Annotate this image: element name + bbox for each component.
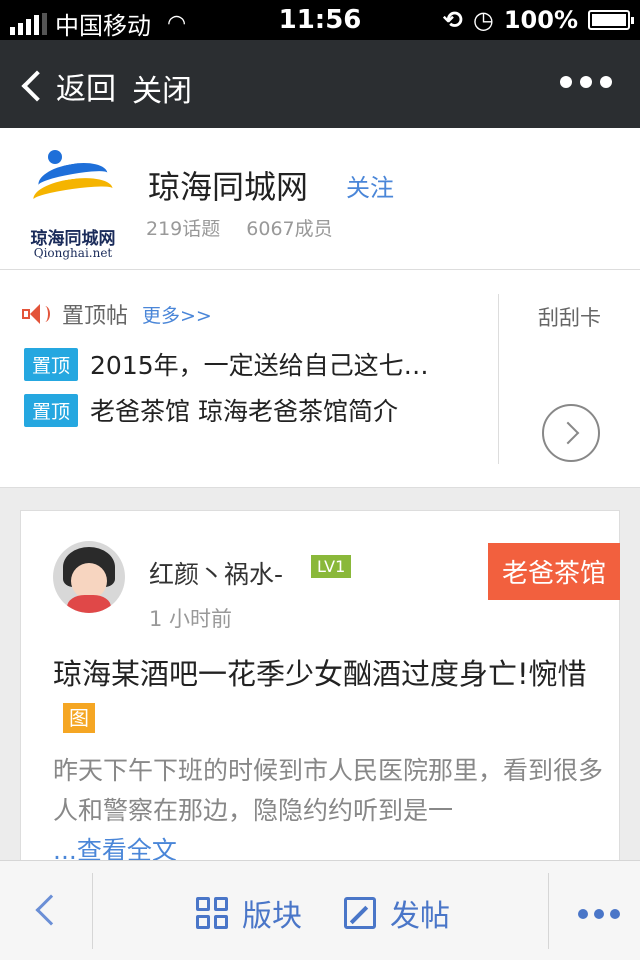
dot-icon: [560, 76, 572, 88]
topics-count: 219话题: [146, 218, 221, 240]
nav-bar: 返回 关闭: [0, 40, 640, 128]
pinned-item-text: 2015年，一定送给自己这七…: [90, 351, 429, 380]
image-tag: 图: [63, 703, 95, 733]
chevron-left-icon[interactable]: [35, 894, 67, 926]
grid-icon: [196, 897, 228, 929]
close-button[interactable]: 关闭: [132, 66, 192, 110]
more-button[interactable]: [578, 909, 620, 919]
post-time: 1 小时前: [149, 607, 233, 631]
pinned-section: 置顶帖 更多>> 置顶 2015年，一定送给自己这七… 置顶 老爸茶馆 琼海老爸…: [0, 270, 640, 488]
dot-icon: [610, 909, 620, 919]
forum-stats: 219话题 6067成员: [146, 214, 333, 241]
battery-icon: [588, 10, 634, 30]
divider: [548, 873, 549, 949]
battery-percent: 100%: [503, 6, 578, 34]
logo-domain: Qionghai.net: [33, 246, 113, 260]
blocks-button[interactable]: 版块: [196, 891, 302, 935]
forum-logo: 琼海同城网 Qionghai.net: [18, 144, 128, 260]
divider: [498, 294, 499, 464]
pinned-item[interactable]: 置顶 老爸茶馆 琼海老爸茶馆简介: [24, 392, 484, 428]
post-title-text: 琼海某酒吧一花季少女酗酒过度身亡!惋惜: [53, 657, 587, 691]
dot-icon: [578, 909, 588, 919]
pinned-title: 置顶帖: [62, 304, 129, 329]
post-excerpt-text: 昨天下午下班的时候到市人民医院那里，看到很多人和警察在那边，隐隐约约听到是一: [53, 756, 604, 825]
rotation-lock-icon: ⟲: [442, 6, 463, 34]
board-tag[interactable]: 老爸茶馆: [487, 543, 620, 600]
back-label: 返回: [56, 72, 116, 107]
post-card[interactable]: 红颜丶祸水- LV1 1 小时前 老爸茶馆 琼海某酒吧一花季少女酗酒过度身亡!惋…: [20, 510, 620, 870]
post-title[interactable]: 琼海某酒吧一花季少女酗酒过度身亡!惋惜图: [53, 653, 593, 737]
pinned-item-text: 老爸茶馆 琼海老爸茶馆简介: [90, 397, 398, 426]
new-post-button[interactable]: 发帖: [344, 891, 450, 935]
bottom-toolbar: 版块 发帖: [0, 860, 640, 960]
post-author[interactable]: 红颜丶祸水-: [149, 555, 283, 591]
battery-fill: [592, 14, 626, 26]
avatar[interactable]: [53, 541, 125, 613]
dot-icon: [600, 76, 612, 88]
status-right: ⟲ ◷ 100%: [442, 6, 634, 34]
follow-button[interactable]: 关注: [346, 168, 394, 203]
blocks-label: 版块: [242, 899, 302, 934]
forum-name: 琼海同城网: [148, 168, 309, 206]
dot-icon: [594, 909, 604, 919]
new-post-label: 发帖: [390, 899, 450, 934]
forum-header: 琼海同城网 Qionghai.net 琼海同城网 关注 219话题 6067成员: [0, 128, 640, 270]
divider: [92, 873, 93, 949]
scratch-card-label: 刮刮卡: [538, 306, 601, 330]
pinned-tag: 置顶: [24, 347, 79, 381]
scratch-card-button[interactable]: [542, 404, 600, 462]
pinned-item[interactable]: 置顶 2015年，一定送给自己这七…: [24, 346, 484, 382]
pinned-header: 置顶帖 更多>>: [22, 298, 212, 330]
speaker-icon: [22, 302, 52, 326]
pinned-tag: 置顶: [24, 393, 79, 427]
members-count: 6067成员: [246, 218, 333, 240]
dot-icon: [580, 76, 592, 88]
more-menu-button[interactable]: [560, 76, 612, 88]
chevron-right-icon: [556, 421, 580, 445]
level-badge: LV1: [311, 555, 352, 578]
back-button[interactable]: 返回: [18, 64, 116, 108]
status-bar: 中国移动 ◠ 11:56 ⟲ ◷ 100%: [0, 0, 640, 40]
edit-icon: [344, 897, 376, 929]
chevron-left-icon: [21, 70, 53, 102]
pinned-more-link[interactable]: 更多>>: [142, 301, 212, 328]
alarm-icon: ◷: [472, 6, 494, 34]
post-excerpt: 昨天下午下班的时候到市人民医院那里，看到很多人和警察在那边，隐隐约约听到是一 .…: [53, 751, 613, 871]
